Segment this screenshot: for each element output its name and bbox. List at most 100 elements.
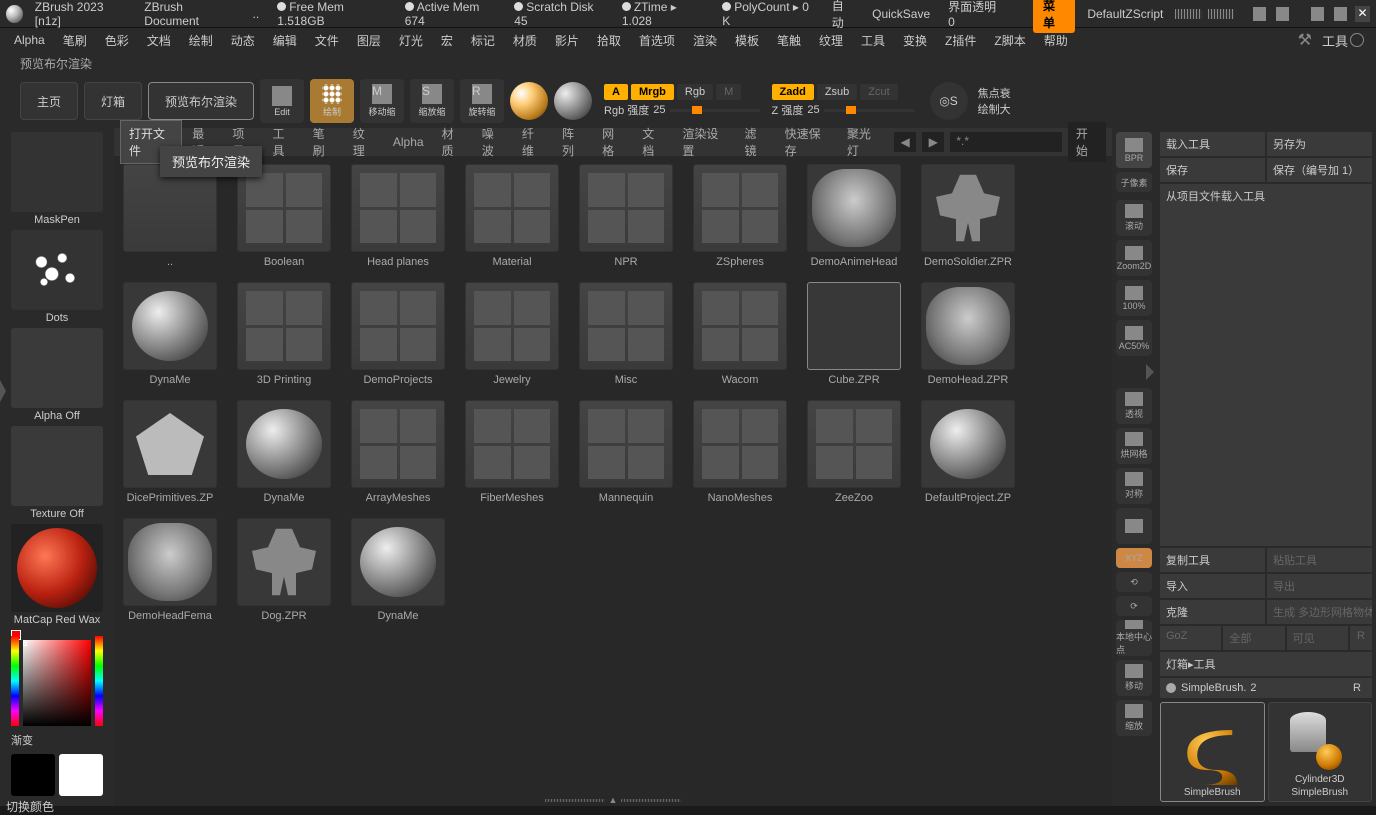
lightbox-button[interactable]: 灯箱: [84, 82, 142, 120]
browser-item[interactable]: ZSpheres: [692, 164, 788, 268]
texture-selector[interactable]: Texture Off: [11, 426, 103, 522]
browser-item[interactable]: Cube.ZPR: [806, 282, 902, 386]
zscript-label[interactable]: DefaultZScript: [1081, 4, 1169, 24]
material-preview-1[interactable]: [510, 82, 548, 120]
menu-zplugin[interactable]: Z插件: [937, 29, 984, 52]
doc-title[interactable]: ZBrush Document: [138, 0, 240, 31]
chip-a[interactable]: A: [604, 84, 628, 100]
edit-mode-button[interactable]: Edit: [260, 79, 304, 123]
menu-file[interactable]: 文件: [307, 29, 347, 52]
browser-item[interactable]: DemoAnimeHead: [806, 164, 902, 268]
browser-item[interactable]: DemoHeadFema: [122, 518, 218, 622]
menu-stroke[interactable]: 笔触: [769, 29, 809, 52]
draw-mode-button[interactable]: 绘制: [310, 79, 354, 123]
save-increment-button[interactable]: 保存（编号加 1）: [1267, 158, 1372, 182]
menu-help[interactable]: 帮助: [1036, 29, 1076, 52]
refresh-icon[interactable]: [1350, 33, 1364, 47]
ui-slider-2-icon[interactable]: [1208, 9, 1234, 19]
lock-button[interactable]: [1116, 508, 1152, 544]
browser-item[interactable]: DynaMe: [122, 282, 218, 386]
window-config-1-icon[interactable]: [1253, 7, 1266, 21]
move-view-button[interactable]: 移动: [1116, 660, 1152, 696]
rotate-z-button[interactable]: ⟳: [1116, 596, 1152, 616]
rotate-mode-button[interactable]: R旋转缩: [460, 79, 504, 123]
nav-next-button[interactable]: ▶: [922, 132, 944, 152]
window-config-2-icon[interactable]: [1276, 7, 1289, 21]
lightbox-tools-button[interactable]: 灯箱▸工具: [1160, 652, 1372, 676]
menu-picker[interactable]: 拾取: [589, 29, 629, 52]
menu-layer[interactable]: 图层: [349, 29, 389, 52]
browser-item[interactable]: DemoProjects: [350, 282, 446, 386]
browser-item[interactable]: DemoHead.ZPR: [920, 282, 1016, 386]
filter-input[interactable]: *.*: [950, 132, 1062, 152]
menu-transform[interactable]: 变换: [895, 29, 935, 52]
browser-item[interactable]: Boolean: [236, 164, 332, 268]
stroke-selector[interactable]: Dots: [11, 230, 103, 326]
menu-draw[interactable]: 绘制: [181, 29, 221, 52]
scroll-button[interactable]: 滚动: [1116, 200, 1152, 236]
chip-zcut[interactable]: Zcut: [860, 84, 897, 100]
menu-render[interactable]: 渲染: [685, 29, 725, 52]
home-button[interactable]: 主页: [20, 82, 78, 120]
menu-texture[interactable]: 纹理: [811, 29, 851, 52]
load-from-project-button[interactable]: 从项目文件载入工具: [1160, 184, 1372, 546]
brush-selector[interactable]: MaskPen: [11, 132, 103, 228]
browser-item[interactable]: Head planes: [350, 164, 446, 268]
resize-grip[interactable]: ▲: [114, 794, 1112, 806]
chip-mrgb[interactable]: Mrgb: [631, 84, 674, 100]
menu-zscript[interactable]: Z脚本: [986, 29, 1033, 52]
antialias-button[interactable]: AC50%: [1116, 320, 1152, 356]
menu-material[interactable]: 材质: [505, 29, 545, 52]
tool-r-button[interactable]: R: [1348, 681, 1366, 695]
alpha-selector[interactable]: Alpha Off: [11, 328, 103, 424]
material-selector[interactable]: MatCap Red Wax: [11, 524, 103, 628]
swatch-white[interactable]: [59, 754, 103, 796]
menu-color[interactable]: 色彩: [97, 29, 137, 52]
hue-strip-right[interactable]: [95, 636, 103, 726]
rgb-intensity-slider[interactable]: [670, 109, 760, 112]
paste-tool-button[interactable]: 粘贴工具: [1267, 548, 1372, 572]
goz-button[interactable]: GoZ: [1160, 626, 1221, 650]
browser-item[interactable]: Wacom: [692, 282, 788, 386]
menu-preferences[interactable]: 首选项: [631, 29, 683, 52]
drawsize-label[interactable]: 绘制大: [978, 101, 1011, 117]
make-polymesh-button[interactable]: 生成 多边形网格物体: [1267, 600, 1372, 624]
tool-simplebrush[interactable]: SimpleBrush: [1160, 702, 1265, 802]
browser-item[interactable]: ArrayMeshes: [350, 400, 446, 504]
zoom-view-button[interactable]: 缩放: [1116, 700, 1152, 736]
save-button[interactable]: 保存: [1160, 158, 1265, 182]
boolean-preview-button[interactable]: 预览布尔渲染: [148, 82, 254, 120]
quicksave-btn[interactable]: QuickSave: [866, 4, 936, 24]
actual-size-button[interactable]: 100%: [1116, 280, 1152, 316]
save-as-button[interactable]: 另存为: [1267, 132, 1372, 156]
app-title[interactable]: ZBrush 2023 [n1z]: [29, 0, 133, 31]
menu-stencil[interactable]: 模板: [727, 29, 767, 52]
local-center-button[interactable]: 本地中心点: [1116, 620, 1152, 656]
saturation-value-box[interactable]: [23, 640, 91, 726]
swatch-black[interactable]: [11, 754, 55, 796]
nav-prev-button[interactable]: ◀: [894, 132, 916, 152]
ui-opacity-slider[interactable]: 界面透明 0: [948, 0, 1002, 29]
rotate-y-button[interactable]: ⟲: [1116, 572, 1152, 592]
copy-tool-button[interactable]: 复制工具: [1160, 548, 1265, 572]
tab-alpha[interactable]: Alpha: [385, 131, 432, 153]
lightbox-browser[interactable]: ..BooleanHead planesMaterialNPRZSpheresD…: [114, 156, 1112, 794]
close-icon[interactable]: ✕: [1355, 6, 1370, 22]
goz-all-button[interactable]: 全部: [1223, 626, 1284, 650]
chip-rgb[interactable]: Rgb: [677, 84, 713, 100]
color-picker-widget[interactable]: [11, 630, 103, 730]
menu-alpha[interactable]: Alpha: [6, 30, 53, 50]
minimize-icon[interactable]: [1311, 7, 1324, 21]
goz-r-button[interactable]: R: [1350, 626, 1372, 650]
clone-button[interactable]: 克隆: [1160, 600, 1265, 624]
subpixel-button[interactable]: 子像素: [1116, 172, 1152, 192]
browser-item[interactable]: Jewelry: [464, 282, 560, 386]
browser-item[interactable]: Dog.ZPR: [236, 518, 332, 622]
move-mode-button[interactable]: M移动缩: [360, 79, 404, 123]
z-intensity-slider[interactable]: [824, 109, 914, 112]
browser-item[interactable]: DicePrimitives.ZP: [122, 400, 218, 504]
bpr-button[interactable]: BPR: [1116, 132, 1152, 168]
export-button[interactable]: 导出: [1267, 574, 1372, 598]
browser-item[interactable]: Mannequin: [578, 400, 674, 504]
menu-movie[interactable]: 影片: [547, 29, 587, 52]
